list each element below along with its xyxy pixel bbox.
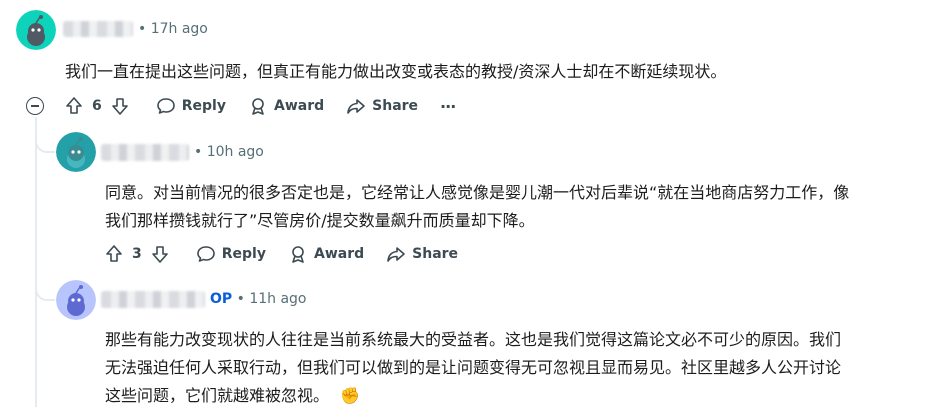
vote-count: 6 xyxy=(92,98,102,114)
more-options-button[interactable]: ··· xyxy=(440,96,456,116)
downvote-icon[interactable] xyxy=(150,244,170,264)
username-redacted[interactable] xyxy=(101,291,205,308)
comment-body-text: 这些问题，它们就越难被忽视。 xyxy=(105,386,330,405)
share-icon xyxy=(347,99,365,114)
reply-label: Reply xyxy=(181,98,226,114)
avatar[interactable] xyxy=(56,132,96,172)
reply-button[interactable]: Reply xyxy=(196,244,266,264)
reply-button[interactable]: Reply xyxy=(156,96,226,116)
comment-body-line: 无法强迫任何人采取行动，但我们可以做到的是让问题变得无可忽视且显而易见。社区里越… xyxy=(105,358,842,377)
vote-count: 3 xyxy=(132,246,142,262)
share-icon xyxy=(387,247,405,262)
comment-timestamp: • 17h ago xyxy=(138,21,208,37)
share-label: Share xyxy=(412,246,459,262)
minus-icon xyxy=(31,105,39,107)
op-badge: OP xyxy=(210,291,233,307)
award-button[interactable]: Award xyxy=(248,96,324,116)
avatar[interactable] xyxy=(56,280,96,320)
comment-body-line: 这些问题，它们就越难被忽视。 ✊ xyxy=(105,382,935,410)
comment-body-line: 我们那样攒钱就行了”尽管房价/提交数量飙升而质量却下降。 xyxy=(105,211,535,230)
comment-timestamp: • 11h ago xyxy=(236,291,307,307)
vote-group: 3 xyxy=(104,244,170,264)
comment-body-line: 那些有能力改变现状的人往往是当前系统最大的受益者。这也是我们觉得这篇论文必不可少… xyxy=(105,330,842,349)
comment-actions: 3 Reply Award Share xyxy=(104,243,480,265)
upvote-icon[interactable] xyxy=(104,244,124,264)
comment-meta: OP • 11h ago xyxy=(210,291,307,307)
upvote-icon[interactable] xyxy=(64,96,84,116)
share-button[interactable]: Share xyxy=(346,96,418,116)
award-icon xyxy=(252,98,264,115)
speech-bubble-icon xyxy=(196,246,215,262)
comment-body-line: 同意。对当前情况的很多否定也是，它经常让人感觉像是婴儿潮一代对后辈说“就在当地商… xyxy=(105,183,850,202)
award-button[interactable]: Award xyxy=(288,244,364,264)
award-label: Award xyxy=(313,246,365,262)
reply-label: Reply xyxy=(221,246,266,262)
more-options-icon: ··· xyxy=(440,96,456,116)
share-button[interactable]: Share xyxy=(386,244,458,264)
collapse-thread-button[interactable] xyxy=(26,97,44,115)
comment-actions: 6 Reply Award Share ··· xyxy=(64,95,477,117)
comment-body: 我们一直在提出这些问题，但真正有能力做出改变或表态的教授/资深人士却在不断延续现… xyxy=(65,62,727,81)
vote-group: 6 xyxy=(64,96,130,116)
share-label: Share xyxy=(372,98,419,114)
speech-bubble-icon xyxy=(156,98,175,114)
comment-timestamp: • 10h ago xyxy=(194,144,264,160)
downvote-icon[interactable] xyxy=(110,96,130,116)
comment-body: 那些有能力改变现状的人往往是当前系统最大的受益者。这也是我们觉得这篇论文必不可少… xyxy=(105,326,935,410)
username-redacted[interactable] xyxy=(101,144,189,161)
award-icon xyxy=(292,246,304,263)
award-label: Award xyxy=(273,98,325,114)
avatar[interactable] xyxy=(16,10,56,50)
thread-curve-reply-2 xyxy=(35,117,55,301)
comment-body: 同意。对当前情况的很多否定也是，它经常让人感觉像是婴儿潮一代对后辈说“就在当地商… xyxy=(105,179,935,235)
raised-fist-emoji: ✊ xyxy=(340,386,361,405)
username-redacted[interactable] xyxy=(63,21,133,37)
